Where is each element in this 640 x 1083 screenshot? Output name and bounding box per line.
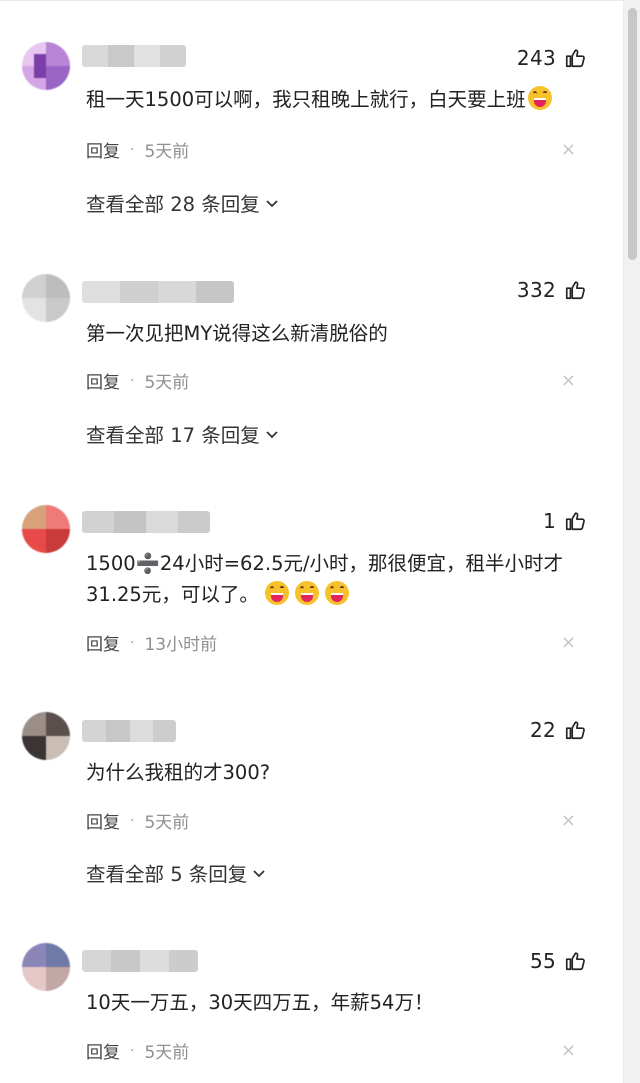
scrollbar-thumb[interactable] bbox=[628, 8, 637, 260]
like-counter[interactable]: 1 bbox=[543, 509, 586, 533]
chevron-down-icon bbox=[266, 430, 278, 438]
view-all-replies-label: 查看全部 5 条回复 bbox=[86, 863, 248, 886]
comment-text-content: 10天一万五，30天四万五，年薪54万！ bbox=[86, 991, 434, 1014]
chevron-down-icon bbox=[266, 199, 278, 207]
grinning-emoji-icon bbox=[294, 581, 319, 605]
comment-text: 第一次见把MY说得这么新清脱俗的 bbox=[86, 318, 598, 349]
avatar[interactable] bbox=[22, 42, 70, 90]
username-redacted[interactable] bbox=[82, 720, 176, 742]
comment-meta: 回复 · 5天前 bbox=[86, 368, 190, 394]
comment-timestamp: 5天前 bbox=[144, 142, 190, 162]
username-redacted[interactable] bbox=[82, 950, 198, 972]
like-count: 22 bbox=[529, 718, 556, 742]
like-count: 332 bbox=[516, 278, 556, 302]
username-redacted[interactable] bbox=[82, 45, 186, 67]
grinning-emoji-icon bbox=[324, 581, 349, 605]
meta-separator: · bbox=[130, 141, 135, 158]
close-icon[interactable]: × bbox=[561, 632, 576, 653]
comment-meta: 回复 · 5天前 bbox=[86, 137, 190, 163]
meta-separator: · bbox=[130, 1042, 135, 1059]
close-icon[interactable]: × bbox=[561, 139, 576, 160]
thumbs-up-icon[interactable] bbox=[564, 510, 586, 532]
avatar[interactable] bbox=[22, 712, 70, 760]
comment-timestamp: 5天前 bbox=[144, 813, 190, 833]
like-count: 1 bbox=[542, 509, 556, 533]
like-count: 55 bbox=[529, 949, 556, 973]
comment-text-line: 31.25元，可以了。 bbox=[86, 583, 259, 606]
username-redacted[interactable] bbox=[82, 281, 234, 303]
close-icon[interactable]: × bbox=[561, 370, 576, 391]
avatar[interactable] bbox=[22, 274, 70, 322]
comment-meta: 回复 · 5天前 bbox=[86, 1038, 190, 1064]
meta-separator: · bbox=[130, 812, 135, 829]
laughing-crying-emoji-icon bbox=[527, 86, 552, 110]
reply-button[interactable]: 回复 bbox=[86, 368, 120, 393]
like-counter[interactable]: 332 bbox=[517, 278, 586, 302]
meta-separator: · bbox=[130, 372, 135, 389]
comment-text: 1500➗24小时=62.5元/小时，那很便宜，租半小时才 31.25元，可以了… bbox=[86, 548, 598, 610]
view-all-replies-label: 查看全部 17 条回复 bbox=[86, 424, 260, 447]
view-all-replies-button[interactable]: 查看全部 17 条回复 bbox=[86, 419, 280, 448]
comment-text: 为什么我租的才300? bbox=[86, 757, 598, 788]
thumbs-up-icon[interactable] bbox=[564, 47, 586, 69]
vertical-scrollbar[interactable] bbox=[623, 0, 640, 1083]
comment-text-line: 1500➗24小时=62.5元/小时，那很便宜，租半小时才 bbox=[86, 552, 564, 575]
reply-button[interactable]: 回复 bbox=[86, 630, 120, 655]
avatar[interactable] bbox=[22, 943, 70, 991]
like-counter[interactable]: 55 bbox=[530, 949, 586, 973]
avatar[interactable] bbox=[22, 505, 70, 553]
comment-timestamp: 13小时前 bbox=[144, 635, 218, 655]
reply-button[interactable]: 回复 bbox=[86, 1038, 120, 1063]
comment-text-content: 租一天1500可以啊，我只租晚上就行，白天要上班 bbox=[86, 88, 526, 111]
chevron-down-icon bbox=[253, 869, 265, 877]
comment-text: 租一天1500可以啊，我只租晚上就行，白天要上班 bbox=[86, 84, 598, 115]
comment-timestamp: 5天前 bbox=[144, 373, 190, 393]
close-icon[interactable]: × bbox=[561, 810, 576, 831]
view-all-replies-button[interactable]: 查看全部 28 条回复 bbox=[86, 188, 280, 217]
comment-meta: 回复 · 5天前 bbox=[86, 808, 190, 834]
thumbs-up-icon[interactable] bbox=[564, 279, 586, 301]
thumbs-up-icon[interactable] bbox=[564, 950, 586, 972]
like-counter[interactable]: 243 bbox=[517, 46, 586, 70]
like-count: 243 bbox=[516, 46, 556, 70]
reply-button[interactable]: 回复 bbox=[86, 137, 120, 162]
username-redacted[interactable] bbox=[82, 511, 210, 533]
comment-text: 10天一万五，30天四万五，年薪54万！ bbox=[86, 987, 598, 1018]
like-counter[interactable]: 22 bbox=[530, 718, 586, 742]
meta-separator: · bbox=[130, 634, 135, 651]
comment-text-content: 为什么我租的才300? bbox=[86, 761, 271, 784]
comment-meta: 回复 · 13小时前 bbox=[86, 630, 218, 656]
view-all-replies-button[interactable]: 查看全部 5 条回复 bbox=[86, 858, 267, 887]
grinning-emoji-icon bbox=[264, 581, 289, 605]
comment-timestamp: 5天前 bbox=[144, 1043, 190, 1063]
close-icon[interactable]: × bbox=[561, 1040, 576, 1061]
top-divider bbox=[0, 0, 640, 1]
view-all-replies-label: 查看全部 28 条回复 bbox=[86, 193, 260, 216]
reply-button[interactable]: 回复 bbox=[86, 808, 120, 833]
thumbs-up-icon[interactable] bbox=[564, 719, 586, 741]
comment-text-content: 第一次见把MY说得这么新清脱俗的 bbox=[86, 322, 388, 345]
